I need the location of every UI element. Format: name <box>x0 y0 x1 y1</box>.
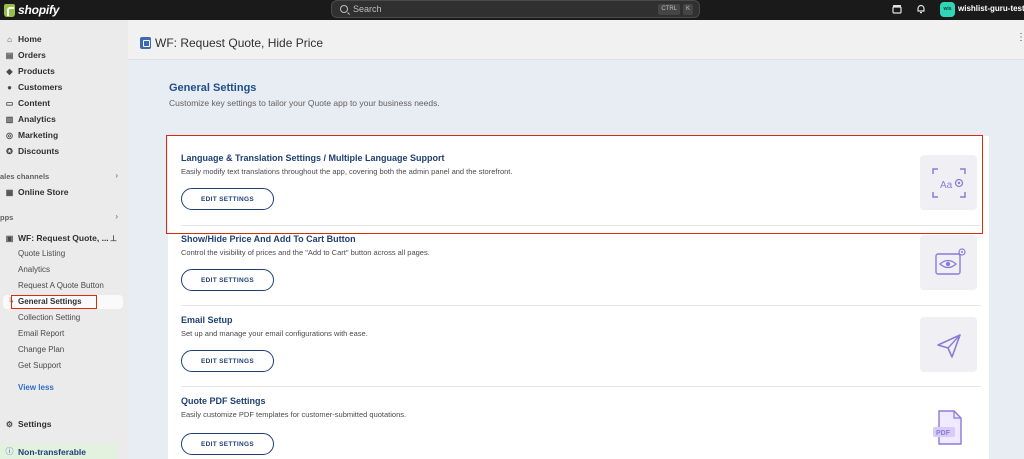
setting-description: Set up and manage your email configurati… <box>181 329 368 338</box>
shortcut-key-k: K <box>682 4 693 15</box>
sidebar-item-orders[interactable]: ▤ Orders <box>0 47 128 63</box>
app-icon: ▣ <box>5 233 14 243</box>
sidebar-subitem-analytics[interactable]: Analytics <box>18 263 50 277</box>
pin-icon[interactable]: ⊥ <box>110 234 117 243</box>
shortcut-key-ctrl: CTRL <box>658 4 680 15</box>
bar-chart-icon: ▥ <box>5 114 14 124</box>
app-title: WF: Request Quote, Hide Price <box>155 36 324 50</box>
sales-channels-heading: ales channels <box>0 172 50 181</box>
shopify-bag-icon <box>4 3 15 17</box>
send-icon <box>920 317 977 372</box>
sidebar-subitem-collection-setting[interactable]: Collection Setting <box>18 311 80 325</box>
eye-icon <box>920 235 977 290</box>
sidebar-item-label: Discounts <box>18 146 60 156</box>
home-icon: ⌂ <box>7 34 12 44</box>
orders-icon: ▤ <box>5 50 14 60</box>
target-icon: ◎ <box>6 130 13 140</box>
search-input[interactable] <box>353 4 653 14</box>
page-subtitle: Customize key settings to tailor your Qu… <box>169 98 440 108</box>
sidebar-item-label: Content <box>18 98 51 108</box>
sidebar-subitem-quote-listing[interactable]: Quote Listing <box>18 247 65 261</box>
sidebar-item-customers[interactable]: ● Customers <box>0 79 128 95</box>
sidebar-subitem-change-plan[interactable]: Change Plan <box>18 343 64 357</box>
sidebar-item-settings[interactable]: ⚙ Settings <box>0 416 128 432</box>
search-icon <box>340 5 348 13</box>
view-less-link[interactable]: View less <box>18 383 54 392</box>
sidebar-item-label: Analytics <box>18 114 56 124</box>
person-icon: ● <box>7 82 12 92</box>
storefront-icon: ▦ <box>5 187 14 197</box>
sidebar-item-content[interactable]: ▭ Content <box>0 95 128 111</box>
apps-heading: pps <box>0 213 14 222</box>
gear-icon: ⚙ <box>5 419 14 429</box>
sidebar-item-online-store[interactable]: ▦ Online Store <box>0 184 128 200</box>
store-avatar[interactable]: wis <box>940 2 955 17</box>
sidebar-item-home[interactable]: ⌂ Home <box>0 31 128 47</box>
setting-title: Quote PDF Settings <box>181 396 266 406</box>
sidebar-item-products[interactable]: ◆ Products <box>0 63 128 79</box>
highlight-box-language-setting <box>166 135 983 234</box>
sidebar-subitem-email-report[interactable]: Email Report <box>18 327 64 341</box>
divider <box>181 386 981 387</box>
highlight-box-sidebar <box>11 295 97 309</box>
sidebar-item-label: Products <box>18 66 55 76</box>
pdf-icon: PDF <box>920 400 977 455</box>
sidebar-item-label: Customers <box>18 82 63 92</box>
bell-icon[interactable] <box>915 4 927 16</box>
app-logo-icon <box>140 37 151 49</box>
sidebar-item-label: Home <box>18 34 42 44</box>
edit-settings-button[interactable]: EDIT SETTINGS <box>181 269 274 291</box>
setting-description: Control the visibility of prices and the… <box>181 248 430 257</box>
setting-description: Easily customize PDF templates for custo… <box>181 410 407 419</box>
sidebar-item-marketing[interactable]: ◎ Marketing <box>0 127 128 143</box>
content-icon: ▭ <box>5 98 14 108</box>
tag-icon: ◆ <box>6 66 13 76</box>
page-title: General Settings <box>169 82 257 94</box>
sidebar-subitem-get-support[interactable]: Get Support <box>18 359 61 373</box>
more-options-icon[interactable]: ⋮ <box>1016 33 1024 43</box>
chevron-right-icon[interactable]: › <box>115 212 118 221</box>
sidebar-item-analytics[interactable]: ▥ Analytics <box>0 111 128 127</box>
sidebar-item-label: Orders <box>18 50 46 60</box>
setting-title: Email Setup <box>181 315 233 325</box>
main-content: General Settings Customize key settings … <box>128 60 1024 459</box>
edit-settings-button[interactable]: EDIT SETTINGS <box>181 433 274 455</box>
chevron-right-icon[interactable]: › <box>115 171 118 180</box>
sidebar-subitem-request-quote-button[interactable]: Request A Quote Button <box>18 279 104 293</box>
discount-icon: ✪ <box>6 146 13 156</box>
app-title-bar: WF: Request Quote, Hide Price ⋮ <box>128 20 1024 60</box>
edit-settings-button[interactable]: EDIT SETTINGS <box>181 350 274 372</box>
sidebar-item-app[interactable]: ▣ WF: Request Quote, ... ⊥ <box>0 230 128 246</box>
sidebar-item-label: WF: Request Quote, ... <box>18 233 109 243</box>
divider <box>181 305 981 306</box>
shopify-logo[interactable]: shopify <box>4 2 59 18</box>
non-transferable-banner[interactable]: ⓘ Non-transferable <box>0 444 117 459</box>
banner-label: Non-transferable <box>18 446 87 457</box>
pdf-icon-text: PDF <box>936 430 951 437</box>
info-icon: ⓘ <box>5 447 14 456</box>
sidebar-item-label: Online Store <box>18 187 69 197</box>
top-bar: shopify CTRL K wis wishlist-guru-testing <box>0 0 1024 20</box>
sidebar-item-label: Settings <box>18 419 52 429</box>
sidebar-item-discounts[interactable]: ✪ Discounts <box>0 143 128 159</box>
setting-title: Show/Hide Price And Add To Cart Button <box>181 234 356 244</box>
store-icon[interactable] <box>891 4 903 16</box>
store-name[interactable]: wishlist-guru-testing <box>958 4 1024 13</box>
sidebar-item-label: Marketing <box>18 130 59 140</box>
search-bar[interactable]: CTRL K <box>331 0 700 18</box>
sidebar: ⌂ Home ▤ Orders ◆ Products ● Customers ▭… <box>0 20 128 459</box>
brand-name: shopify <box>18 3 60 17</box>
